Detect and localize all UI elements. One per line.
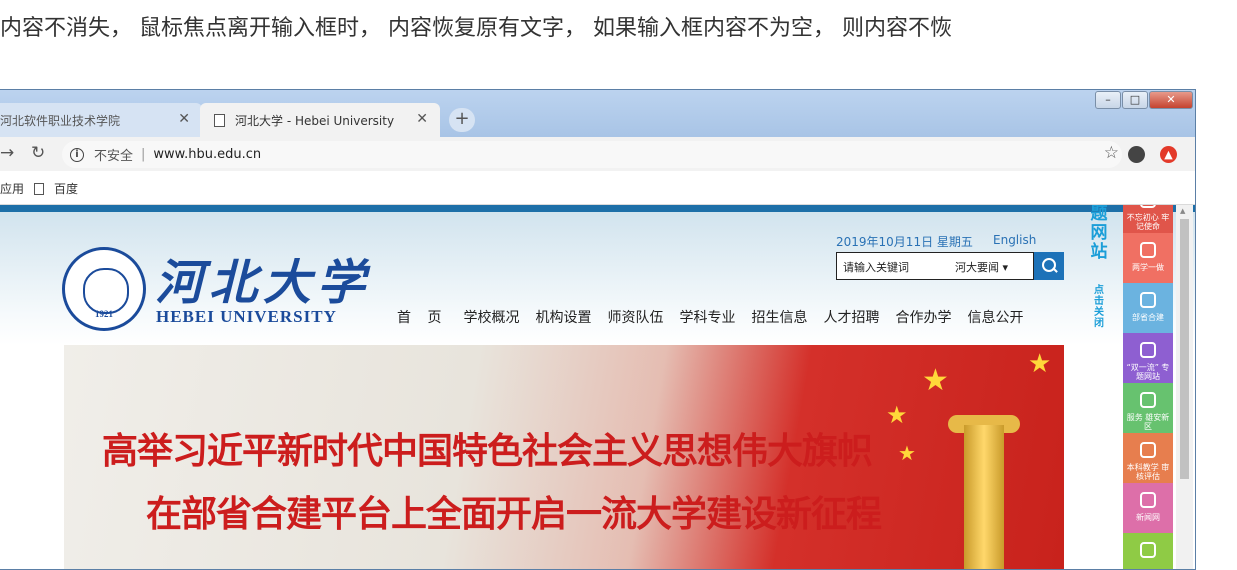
star-icon: ★: [1028, 349, 1052, 379]
star-icon: ★: [898, 441, 916, 465]
banner-subheadline: 在部省合建平台上全面开启一流大学建设新征程: [146, 494, 882, 535]
tab-close-icon[interactable]: ✕: [178, 111, 190, 127]
brand-chinese[interactable]: 河北大学: [155, 243, 371, 313]
calendar-icon: [1140, 342, 1156, 358]
browser-toolbar: → ↻ i 不安全 | www.hbu.edu.cn ☆ ▲: [0, 137, 1195, 171]
side-item-province-ministry[interactable]: 部省合建: [1123, 283, 1173, 333]
search-scope-label: 河大要闻: [955, 261, 999, 274]
side-item-two-studies[interactable]: 两学一做: [1123, 233, 1173, 283]
url-text[interactable]: www.hbu.edu.cn: [153, 147, 261, 162]
page-viewport: 1921 河北大学 HEBEI UNIVERSITY 2019年10月11日 星…: [0, 205, 1195, 569]
top-stripe: [0, 205, 1195, 212]
tab-hebei-university[interactable]: 河北大学 - Hebei University ✕: [200, 103, 440, 137]
side-item-label: 新闻网: [1136, 513, 1160, 522]
window-controls: – □ ✕: [1095, 91, 1193, 109]
university-seal-logo[interactable]: 1921: [62, 247, 146, 331]
extension-icon[interactable]: ▲: [1160, 146, 1177, 163]
nav-cooperation[interactable]: 合作办学: [887, 307, 959, 327]
side-item-label: 不忘初心 牢记使命: [1126, 213, 1170, 231]
search-box: 请输入关键词 河大要闻 ▾: [836, 252, 1034, 280]
info-icon[interactable]: i: [70, 147, 84, 162]
search-scope-select[interactable]: 河大要闻 ▾: [955, 259, 1008, 275]
flag-icon: [1140, 205, 1156, 208]
side-item-label: 部省合建: [1132, 313, 1164, 322]
bookmarks-bar: 应用 百度: [0, 171, 1195, 205]
nav-departments[interactable]: 机构设置: [527, 307, 599, 327]
vertical-ad-close[interactable]: 点击关闭: [1092, 285, 1106, 329]
security-label: 不安全: [94, 149, 134, 164]
page-icon: [214, 113, 225, 127]
tab-hebei-software[interactable]: 河北软件职业技术学院 ✕: [0, 103, 202, 137]
heart-icon: [1140, 392, 1156, 408]
nav-about[interactable]: 学校概况: [455, 307, 527, 327]
nav-home[interactable]: 首 页: [389, 307, 455, 327]
document-text-area: 内容不消失， 鼠标焦点离开输入框时， 内容恢复原有文字， 如果输入框内容不为空，…: [0, 0, 1237, 44]
nav-disclosure[interactable]: 信息公开: [959, 307, 1031, 327]
edit-icon: [1140, 492, 1156, 508]
reload-icon[interactable]: ↻: [31, 143, 45, 163]
date-display: 2019年10月11日 星期五: [836, 235, 973, 249]
tab-title: 河北软件职业技术学院: [0, 113, 121, 128]
person-icon: [1140, 242, 1156, 258]
page-icon: [34, 182, 44, 195]
minimize-button[interactable]: –: [1095, 91, 1121, 109]
star-icon: ★: [886, 401, 908, 429]
search-input[interactable]: 请输入关键词: [843, 259, 909, 275]
nav-admissions[interactable]: 招生信息: [743, 307, 815, 327]
address-bar[interactable]: i 不安全 | www.hbu.edu.cn ☆: [62, 141, 1122, 168]
new-tab-button[interactable]: +: [449, 108, 475, 132]
bookmark-apps[interactable]: 应用: [0, 180, 24, 197]
nav-recruitment[interactable]: 人才招聘: [815, 307, 887, 327]
banner-headline: 高举习近平新时代中国特色社会主义思想伟大旗帜: [102, 431, 873, 472]
logo-year: 1921: [95, 309, 113, 319]
side-item-teaching-review[interactable]: 本科教学 审核评估: [1123, 433, 1173, 483]
paper-plane-icon: [1140, 542, 1156, 558]
leaf-icon: [1140, 292, 1156, 308]
profile-icon[interactable]: [1128, 146, 1145, 163]
bookmark-label: 百度: [54, 182, 79, 196]
address-separator: |: [141, 147, 146, 162]
side-item-label: “双一流” 专题网站: [1126, 363, 1170, 381]
side-item-label: 两学一做: [1132, 263, 1164, 272]
bookmark-baidu[interactable]: 百度: [34, 180, 78, 197]
side-quicklinks: 不忘初心 牢记使命 两学一做 部省合建 “双一流” 专题网站 服务 雄安新区 本…: [1123, 205, 1176, 569]
side-item-double-first-class[interactable]: “双一流” 专题网站: [1123, 333, 1173, 383]
side-item-send[interactable]: [1123, 533, 1173, 569]
tab-title: 河北大学 - Hebei University: [235, 113, 395, 128]
close-window-button[interactable]: ✕: [1149, 91, 1193, 109]
search-button[interactable]: [1034, 252, 1064, 280]
side-item-xiongan[interactable]: 服务 雄安新区: [1123, 383, 1173, 433]
tab-strip: 河北软件职业技术学院 ✕ 河北大学 - Hebei University ✕ +…: [0, 90, 1195, 137]
vertical-scrollbar[interactable]: ▲: [1176, 205, 1193, 569]
nav-faculty[interactable]: 师资队伍: [599, 307, 671, 327]
nav-programs[interactable]: 学科专业: [671, 307, 743, 327]
main-nav: 首 页 学校概况 机构设置 师资队伍 学科专业 招生信息 人才招聘 合作办学 信…: [389, 307, 1031, 327]
huabiao-pillar: [964, 425, 1004, 569]
hero-banner[interactable]: 高举习近平新时代中国特色社会主义思想伟大旗帜 在部省合建平台上全面开启一流大学建…: [64, 345, 1064, 569]
graduation-cap-icon: [1140, 442, 1156, 458]
scroll-up-icon[interactable]: ▲: [1180, 207, 1185, 215]
document-text-line: 内容不消失， 鼠标焦点离开输入框时， 内容恢复原有文字， 如果输入框内容不为空，…: [0, 16, 952, 41]
tab-close-icon[interactable]: ✕: [416, 111, 428, 127]
star-icon: ★: [922, 363, 949, 398]
scroll-thumb[interactable]: [1180, 219, 1189, 479]
bookmark-star-icon[interactable]: ☆: [1104, 143, 1119, 163]
side-item-initial-mission[interactable]: 不忘初心 牢记使命: [1123, 205, 1173, 233]
side-item-news[interactable]: 新闻网: [1123, 483, 1173, 533]
vertical-ad-text[interactable]: 题网站: [1086, 205, 1112, 262]
maximize-button[interactable]: □: [1122, 91, 1148, 109]
brand-english[interactable]: HEBEI UNIVERSITY: [156, 307, 337, 327]
side-item-label: 服务 雄安新区: [1126, 413, 1170, 431]
side-item-label: 本科教学 审核评估: [1126, 463, 1170, 481]
browser-window: 河北软件职业技术学院 ✕ 河北大学 - Hebei University ✕ +…: [0, 89, 1196, 570]
english-link[interactable]: English: [993, 233, 1036, 247]
forward-icon[interactable]: →: [0, 143, 14, 163]
